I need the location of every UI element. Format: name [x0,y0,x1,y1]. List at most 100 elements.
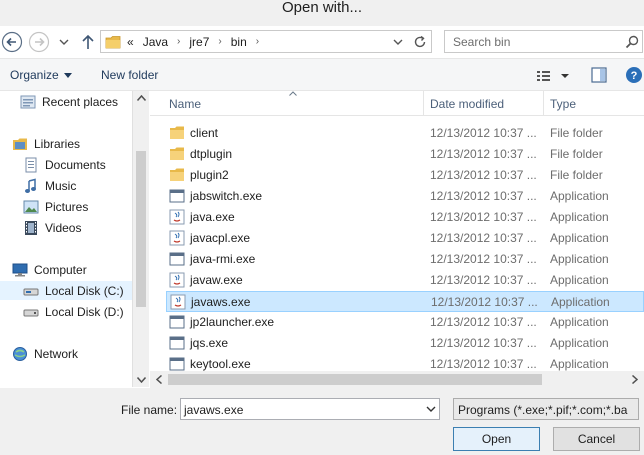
forward-button[interactable] [28,31,50,53]
nav-item-network[interactable]: Network [12,344,132,363]
application-icon [169,251,185,267]
file-name: javaws.exe [191,295,251,309]
scrollbar-thumb[interactable] [168,374,542,385]
breadcrumb-jre7[interactable]: jre7 [189,35,209,49]
nav-item-local-disk-d[interactable]: Local Disk (D:) [23,302,132,321]
nav-label: Recent places [42,94,119,109]
file-row[interactable]: javacpl.exe 12/13/2012 10:37 ... Applicati… [166,228,644,249]
nav-label: Documents [45,157,106,172]
back-button[interactable] [1,31,23,53]
navigation-bar: « Java › jre7 › bin › Search bin [0,26,644,58]
refresh-icon[interactable] [411,33,429,51]
address-dropdown-icon[interactable] [391,35,405,49]
file-row[interactable]: client 12/13/2012 10:37 ... File folder [166,123,644,144]
breadcrumb-java[interactable]: Java [143,35,168,49]
column-header-row: Name Date modified Type [150,91,644,116]
folder-icon [169,146,185,162]
file-row[interactable]: jqs.exe 12/13/2012 10:37 ... Application [166,333,644,354]
breadcrumb-bin[interactable]: bin [231,35,247,49]
column-divider[interactable] [423,91,424,116]
recent-places-icon [20,95,36,108]
open-button[interactable]: Open [453,427,540,451]
file-name: client [190,126,219,140]
change-view-button[interactable] [535,67,573,85]
pictures-icon [23,200,39,213]
cancel-button[interactable]: Cancel [553,427,640,451]
file-type-filter-select[interactable]: Programs (*.exe;*.pif;*.com;*.ba [453,398,639,420]
file-list: Name Date modified Type client 12/13/2012… [150,91,644,373]
file-row[interactable]: jp2launcher.exe 12/13/2012 10:37 ... Appli… [166,312,644,333]
search-icon[interactable] [624,34,640,50]
file-row[interactable]: java.exe 12/13/2012 10:37 ... Application [166,207,644,228]
file-name: javaw.exe [190,273,243,287]
scroll-down-icon[interactable] [137,377,146,383]
horizontal-scrollbar[interactable] [150,371,644,388]
java-icon [169,230,185,246]
breadcrumb-separator-icon[interactable]: › [256,36,259,47]
file-name: jabswitch.exe [190,189,263,203]
column-header-name[interactable]: Name [169,97,201,111]
file-name-input[interactable]: javaws.exe [180,398,440,420]
nav-item-videos[interactable]: Videos [23,218,132,237]
file-row[interactable]: dtplugin 12/13/2012 10:37 ... File folder [166,144,644,165]
recent-locations-chevron-icon[interactable] [57,35,71,49]
scroll-right-icon[interactable] [632,375,638,384]
breadcrumb-separator-icon[interactable]: › [177,36,180,47]
application-icon [169,314,185,330]
file-row[interactable]: javaws.exe 12/13/2012 10:37 ... Applicatio… [166,291,644,312]
preview-pane-icon[interactable] [590,66,608,84]
address-bar[interactable]: « Java › jre7 › bin › [100,30,432,53]
file-row[interactable]: plugin2 12/13/2012 10:37 ... File folder [166,165,644,186]
application-icon [169,356,185,372]
nav-label: Computer [34,262,87,277]
column-header-type[interactable]: Type [550,97,576,111]
file-type: File folder [550,168,603,182]
file-date-modified: 12/13/2012 10:37 ... [430,231,537,245]
breadcrumb-separator-icon[interactable]: › [218,36,221,47]
file-row[interactable]: java-rmi.exe 12/13/2012 10:37 ... Applicat… [166,249,644,270]
navigation-pane-scrollbar[interactable] [132,91,149,387]
java-icon [170,294,186,310]
help-icon[interactable]: ? [625,66,643,84]
file-row[interactable]: jabswitch.exe 12/13/2012 10:37 ... Applica… [166,186,644,207]
file-name: jp2launcher.exe [190,315,275,329]
file-date-modified: 12/13/2012 10:37 ... [430,147,537,161]
nav-label: Videos [45,220,82,235]
nav-item-recent-places[interactable]: Recent places [20,92,132,111]
nav-item-computer[interactable]: Computer [12,260,132,279]
column-divider[interactable] [543,91,544,116]
column-header-date-modified[interactable]: Date modified [430,97,504,111]
organize-menu-button[interactable]: Organize [10,68,72,82]
file-type: Application [550,315,609,329]
scrollbar-thumb[interactable] [136,151,146,307]
nav-item-libraries[interactable]: Libraries [12,134,132,153]
window-title: Open with... [281,0,363,16]
scroll-left-icon[interactable] [156,375,162,384]
navigation-pane: Recent places Libraries Documents Music … [0,91,132,387]
search-placeholder: Search bin [453,35,511,49]
nav-item-music[interactable]: Music [23,176,132,195]
nav-item-local-disk-c[interactable]: Local Disk (C:) [0,281,132,300]
file-date-modified: 12/13/2012 10:37 ... [430,210,537,224]
nav-label: Libraries [34,136,81,151]
nav-item-documents[interactable]: Documents [23,155,132,174]
file-name-dropdown-icon[interactable] [426,404,436,414]
folder-icon [105,35,121,48]
nav-label: Music [45,178,77,193]
search-box[interactable]: Search bin [444,30,643,53]
nav-item-pictures[interactable]: Pictures [23,197,132,216]
file-name-value: javaws.exe [184,403,244,417]
breadcrumb-overflow[interactable]: « [127,35,134,49]
scroll-up-icon[interactable] [137,95,146,101]
file-name: java-rmi.exe [190,252,256,266]
up-one-level-button[interactable] [77,31,99,53]
file-date-modified: 12/13/2012 10:37 ... [430,126,537,140]
new-folder-button[interactable]: New folder [101,68,158,82]
videos-icon [25,220,37,235]
computer-icon [12,263,28,276]
file-name: javacpl.exe [190,231,251,245]
file-row[interactable]: javaw.exe 12/13/2012 10:37 ... Application [166,270,644,291]
file-date-modified: 12/13/2012 10:37 ... [430,336,537,350]
file-date-modified: 12/13/2012 10:37 ... [430,357,537,371]
documents-icon [25,157,37,172]
